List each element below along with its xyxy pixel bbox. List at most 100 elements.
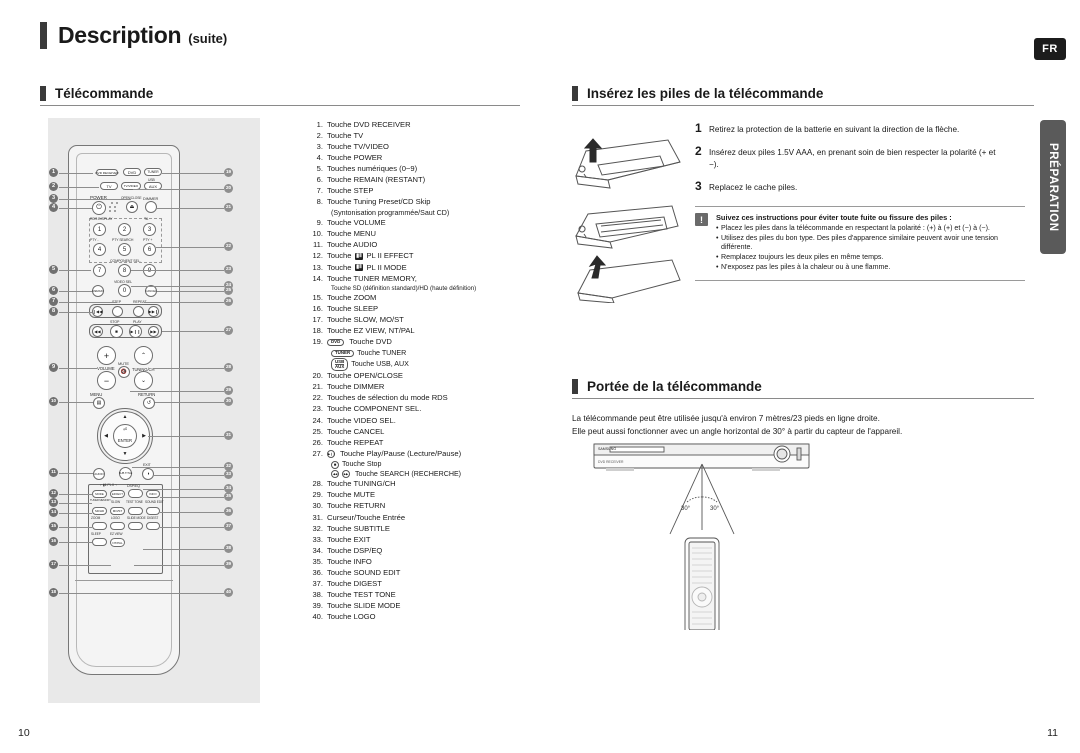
key-usb-label: USB bbox=[148, 177, 155, 182]
list-item: 38. Touche TEST TONE bbox=[312, 590, 517, 600]
callout-39: 39 bbox=[224, 560, 233, 569]
section-title: Insérez les piles de la télécommande bbox=[587, 86, 824, 101]
list-item-subtext: USB AUX Touche USB, AUX bbox=[312, 358, 517, 372]
key-dsp-eq bbox=[128, 489, 143, 498]
return-icon: ↺ bbox=[146, 400, 152, 406]
list-item-text: Touche REPEAT bbox=[327, 437, 384, 447]
callout-31: 31 bbox=[224, 431, 233, 440]
list-item-number: 37. bbox=[312, 578, 323, 588]
section-title: Télécommande bbox=[55, 86, 154, 101]
list-item-number: 21. bbox=[312, 382, 323, 392]
list-item: 26. Touche REPEAT bbox=[312, 438, 517, 448]
list-item: 23. Touche COMPONENT SEL. bbox=[312, 404, 517, 414]
list-item-number: 30. bbox=[312, 501, 323, 511]
skip-back-icon: ❙◀◀ bbox=[92, 309, 103, 314]
list-item-number: 4. bbox=[316, 153, 323, 163]
device-model-label: DVD RECEIVER bbox=[598, 460, 624, 464]
key-sd-hd-label: SD/HD bbox=[94, 509, 105, 513]
keycap-dvd-icon: DVD bbox=[327, 338, 345, 347]
key-digit-8-label: 8 bbox=[122, 267, 127, 274]
list-item-subtext: ■ Touche Stop bbox=[312, 460, 517, 470]
list-item-text: Touche DSP/EQ bbox=[327, 545, 383, 555]
key-digit-6-label: 6 bbox=[147, 246, 152, 253]
section-title: Portée de la télécommande bbox=[587, 379, 762, 394]
list-item: 22. Touches de sélection du mode RDS bbox=[312, 393, 517, 403]
callout-13: 13 bbox=[49, 498, 58, 507]
list-item-text: Touche TUNING/CH bbox=[327, 479, 396, 489]
key-nt-pal-label: NT/PAL bbox=[112, 540, 123, 545]
callout-18: 18 bbox=[49, 588, 58, 597]
callout-6: 6 bbox=[49, 286, 58, 295]
battery-steps-list: 1 Retirez la protection de la batterie e… bbox=[695, 121, 1025, 203]
power-icon: ⏻ bbox=[96, 204, 102, 211]
key-tuner-label: TUNER bbox=[147, 170, 159, 174]
callout-7: 7 bbox=[49, 297, 58, 306]
list-item-number: 28. bbox=[312, 479, 323, 489]
list-item-text: Touche EZ VIEW, NT/PAL bbox=[327, 326, 415, 336]
list-item-number: 16. bbox=[312, 304, 323, 314]
key-dimmer bbox=[145, 201, 157, 213]
list-item: 27. ▶❙❙ Touche Play/Pause (Lecture/Pause… bbox=[312, 449, 517, 459]
list-item-text: Touche DIMMER bbox=[327, 382, 385, 392]
volume-down-icon: − bbox=[103, 375, 110, 386]
list-item-number: 15. bbox=[312, 293, 323, 303]
key-digit-5-label: 5 bbox=[122, 246, 127, 253]
key-subtitle-label: SUB TITLE bbox=[118, 472, 133, 475]
list-item-subtext: Touche SD (définition standard)/HD (haut… bbox=[331, 284, 477, 292]
step-number: 3 bbox=[695, 178, 702, 193]
step-number: 1 bbox=[695, 121, 702, 135]
search-back-icon: ◀◀ bbox=[331, 470, 339, 479]
search-forward-icon: ▶▶ bbox=[342, 470, 350, 479]
warning-item-text: N'exposez pas les piles à la chaleur ou … bbox=[721, 262, 891, 271]
list-item-text: Touche SUBTITLE bbox=[327, 523, 390, 533]
list-item-number: 5. bbox=[316, 164, 323, 174]
callout-3: 3 bbox=[49, 194, 58, 203]
list-item: 13. Touche ▮Ⅱ PL II MODE bbox=[312, 263, 517, 273]
device-brand-label: SAMSUNG bbox=[598, 447, 616, 451]
page-number-right: 11 bbox=[1047, 727, 1058, 739]
list-item-number: 22. bbox=[312, 393, 323, 403]
list-item-number: 24. bbox=[312, 415, 323, 425]
list-item-number: 9. bbox=[316, 218, 323, 228]
list-item-number: 7. bbox=[316, 186, 323, 196]
list-item-number: 6. bbox=[316, 175, 323, 185]
range-description: La télécommande peut être utilisée jusqu… bbox=[572, 412, 1032, 438]
list-item-text: DVD Touche DVD bbox=[327, 337, 517, 347]
label-ta: TA bbox=[144, 217, 149, 221]
list-item-number: 3. bbox=[316, 142, 323, 152]
list-item-number: 26. bbox=[312, 437, 323, 447]
dpad-left-icon: ◀ bbox=[104, 433, 108, 439]
dpad-right-icon: ▶ bbox=[142, 433, 146, 439]
callout-11: 11 bbox=[49, 468, 58, 477]
list-item: 5. Touches numériques (0~9) bbox=[312, 164, 517, 174]
key-digit-4-label: 4 bbox=[97, 246, 102, 253]
list-item-label: Touche bbox=[327, 262, 352, 272]
label-slow: SLOW bbox=[111, 500, 120, 504]
callout-22: 22 bbox=[224, 242, 233, 251]
list-item: 10. Touche MENU bbox=[312, 229, 517, 239]
warning-title: Suivez ces instructions pour éviter tout… bbox=[716, 213, 952, 222]
remote-diagram-panel: DVD RECEIVER DVD TUNER USB AUX TV TV/VID… bbox=[48, 118, 260, 703]
list-item: 17. Touche SLOW, MO/ST bbox=[312, 315, 517, 325]
list-item-text: ▶❙❙ Touche Play/Pause (Lecture/Pause) bbox=[327, 449, 517, 459]
page-title-text: Description bbox=[58, 22, 182, 48]
list-item: 19. DVD Touche DVD bbox=[312, 337, 517, 347]
key-digit-7-label: 7 bbox=[97, 267, 102, 274]
list-item-label: Touche Stop bbox=[342, 459, 382, 468]
callout-26: 26 bbox=[224, 297, 233, 306]
menu-icon: ▤ bbox=[96, 400, 102, 406]
list-item: 31. Curseur/Touche Entrée bbox=[312, 513, 517, 523]
label-pty-plus: PTY + bbox=[143, 238, 153, 242]
play-pause-icon: ▶❙❙ bbox=[327, 449, 336, 458]
list-item-text: Touche TUNER MEMORY, bbox=[327, 273, 417, 283]
section-range: Portée de la télécommande bbox=[572, 379, 1034, 399]
key-mo-st-label: MO/ST bbox=[112, 509, 123, 513]
list-item-number: 10. bbox=[312, 229, 323, 239]
list-item-number: 34. bbox=[312, 545, 323, 555]
callout-19: 19 bbox=[224, 168, 233, 177]
volume-up-icon: + bbox=[103, 350, 110, 361]
stop-icon: ■ bbox=[115, 329, 118, 334]
key-audio-label: AUDIO bbox=[94, 472, 104, 476]
key-remain-label: REMAIN bbox=[92, 289, 104, 293]
key-pl2-mode-label: MODE bbox=[95, 492, 104, 496]
